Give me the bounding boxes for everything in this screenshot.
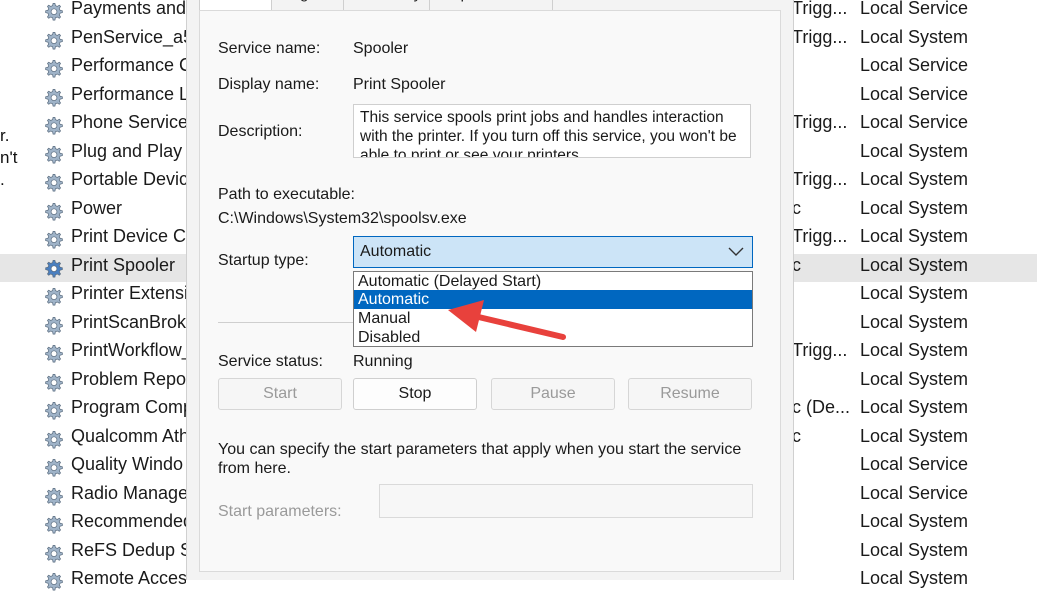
- service-log-on-as: Local Service: [860, 83, 969, 104]
- service-name: PrintScanBroke: [71, 311, 186, 332]
- gear-icon: [45, 174, 63, 192]
- gear-icon: [45, 288, 63, 306]
- service-name: PrintWorkflow_: [71, 340, 186, 360]
- service-startup-type: Trigg...: [792, 112, 848, 132]
- gear-icon: [45, 31, 63, 49]
- service-log-on-as: Local Service: [860, 0, 969, 18]
- service-name: Quality Windo: [71, 454, 184, 474]
- service-log-on-as: Local System: [860, 425, 969, 446]
- service-startup-type: Trigg...: [792, 169, 848, 189]
- service-name: Remote Access: [71, 568, 186, 588]
- service-properties-dialog: General Log On Recovery Dependencies Ser…: [186, 0, 794, 580]
- service-name: Power: [71, 197, 123, 218]
- service-name: Print Spooler: [71, 254, 176, 275]
- service-log-on-as: Local System: [860, 254, 969, 275]
- gear-icon: [45, 316, 63, 334]
- path-value: C:\Windows\System32\spoolsv.exe: [218, 210, 467, 227]
- service-name-label: Service name:: [218, 40, 321, 57]
- service-name: Radio Manage: [71, 482, 186, 503]
- service-log-on-as: Local System: [860, 226, 969, 246]
- gear-icon: [45, 231, 63, 249]
- service-log-on-as: Local System: [860, 311, 969, 332]
- separator: [218, 322, 353, 323]
- service-log-on-as: Local Service: [860, 482, 969, 503]
- startup-type-select[interactable]: Automatic: [353, 236, 753, 268]
- gear-icon: [45, 88, 63, 106]
- option-automatic[interactable]: Automatic: [354, 290, 752, 309]
- start-params-label: Start parameters:: [218, 503, 342, 520]
- display-name-value: Print Spooler: [353, 76, 446, 93]
- service-name: Qualcomm Ath: [71, 425, 186, 446]
- service-log-on-as: Local System: [860, 368, 969, 389]
- gear-icon: [45, 430, 63, 448]
- service-name: Phone Service: [71, 112, 186, 132]
- service-startup-type: Trigg...: [792, 0, 848, 18]
- chevron-down-icon: [728, 247, 744, 256]
- gear-icon: [45, 259, 63, 277]
- service-status-value: Running: [353, 353, 413, 370]
- service-log-on-as: Local System: [860, 511, 969, 531]
- service-name: Plug and Play: [71, 140, 183, 161]
- service-startup-type: c (De...: [792, 397, 851, 417]
- service-name: Performance Lo: [71, 83, 186, 104]
- service-name: Recommended: [71, 511, 186, 531]
- gear-icon: [45, 3, 63, 21]
- service-name: Payments and: [71, 0, 186, 18]
- service-startup-type: Trigg...: [792, 340, 848, 360]
- service-startup-type: Trigg...: [792, 26, 848, 47]
- service-name: Portable Device: [71, 169, 186, 189]
- display-name-label: Display name:: [218, 76, 320, 93]
- startup-type-selected-value: Automatic: [360, 243, 432, 260]
- tab-general[interactable]: General: [199, 0, 278, 10]
- start-button[interactable]: Start: [218, 378, 342, 410]
- gear-icon: [45, 573, 63, 591]
- service-log-on-as: Local System: [860, 26, 969, 47]
- start-params-note: You can specify the start parameters tha…: [218, 441, 742, 477]
- service-name: Problem Repor: [71, 368, 186, 389]
- gear-icon: [45, 402, 63, 420]
- service-log-on-as: Local System: [860, 397, 969, 417]
- resume-button[interactable]: Resume: [628, 378, 752, 410]
- gear-icon: [45, 487, 63, 505]
- option-manual[interactable]: Manual: [354, 309, 752, 328]
- gear-icon: [45, 516, 63, 534]
- gear-icon: [45, 459, 63, 477]
- service-log-on-as: Local Service: [860, 55, 969, 75]
- gear-icon: [45, 145, 63, 163]
- service-log-on-as: Local Service: [860, 112, 969, 132]
- option-disabled[interactable]: Disabled: [354, 328, 752, 347]
- service-log-on-as: Local System: [860, 568, 969, 588]
- service-log-on-as: Local Service: [860, 454, 969, 474]
- option-automatic-delayed[interactable]: Automatic (Delayed Start): [354, 272, 752, 291]
- service-log-on-as: Local System: [860, 539, 969, 560]
- startup-type-label: Startup type:: [218, 252, 309, 269]
- gear-icon: [45, 345, 63, 363]
- description-label: Description:: [218, 123, 303, 140]
- service-name: Performance Co: [71, 55, 186, 75]
- path-label: Path to executable:: [218, 186, 355, 203]
- gear-icon: [45, 60, 63, 78]
- stop-button[interactable]: Stop: [353, 378, 477, 410]
- gear-icon: [45, 373, 63, 391]
- pause-button[interactable]: Pause: [491, 378, 615, 410]
- start-params-input[interactable]: [379, 484, 753, 518]
- gear-icon: [45, 117, 63, 135]
- service-name: Printer Extensio: [71, 283, 186, 303]
- service-log-on-as: Local System: [860, 140, 969, 161]
- service-name-value: Spooler: [353, 40, 409, 57]
- startup-type-dropdown: Automatic (Delayed Start) Automatic Manu…: [353, 271, 753, 347]
- service-name: Print Device Co: [71, 226, 186, 246]
- description-box[interactable]: This service spools print jobs and handl…: [353, 104, 751, 158]
- service-log-on-as: Local System: [860, 283, 969, 303]
- service-status-label: Service status:: [218, 353, 323, 370]
- service-log-on-as: Local System: [860, 197, 969, 218]
- gear-icon: [45, 544, 63, 562]
- service-name: PenService_a51: [71, 26, 186, 47]
- service-log-on-as: Local System: [860, 169, 969, 189]
- service-startup-type: Trigg...: [792, 226, 848, 246]
- gear-icon: [45, 202, 63, 220]
- service-log-on-as: Local System: [860, 340, 969, 360]
- service-name: Program Comp: [71, 397, 186, 417]
- service-name: ReFS Dedup Se: [71, 539, 186, 560]
